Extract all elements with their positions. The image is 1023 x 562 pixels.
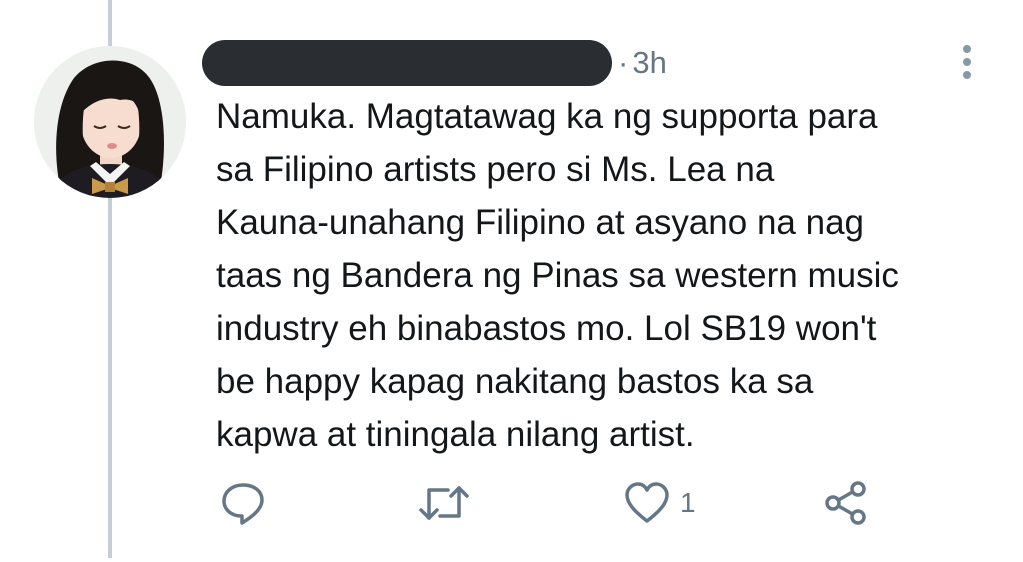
avatar[interactable] [34,46,186,198]
more-options-icon-dot [963,58,971,66]
tweet-text-line: Kauna-unahang Filipino at asyano na nag [216,203,864,242]
tweet-timestamp[interactable]: 3h [632,45,666,81]
like-button[interactable]: 1 [624,478,696,528]
like-count: 1 [680,487,696,518]
heart-icon [625,482,669,523]
redacted-username[interactable] [202,40,612,86]
tweet-text-line: be happy kapag nakitang bastos ka sa [216,362,814,401]
separator-dot: · [618,45,629,80]
tweet-text-line: kapwa at tiningala nilang artist. [216,415,695,454]
avatar-image [34,46,186,198]
reply-icon [222,483,264,525]
more-options-icon [963,45,971,53]
tweet-text-line: sa Filipino artists pero si Ms. Lea na [216,150,775,189]
tweet-text-line: industry eh binabastos mo. Lol SB19 won'… [216,309,877,348]
tweet-text-line: taas ng Bandera ng Pinas sa western musi… [216,256,899,295]
more-options-icon-dot [963,71,971,79]
tweet-text-line: Namuka. Magtatawag ka ng supporta para [216,97,878,136]
retweet-icon [419,486,469,520]
tweet-header: · 3h [202,38,667,88]
reply-button[interactable] [220,478,266,528]
share-button[interactable] [822,478,870,528]
retweet-button[interactable] [418,478,470,528]
share-icon [825,481,866,525]
tweet-text: Namuka. Magtatawag ka ng supporta para s… [216,90,1006,461]
more-options-button[interactable] [950,40,984,84]
